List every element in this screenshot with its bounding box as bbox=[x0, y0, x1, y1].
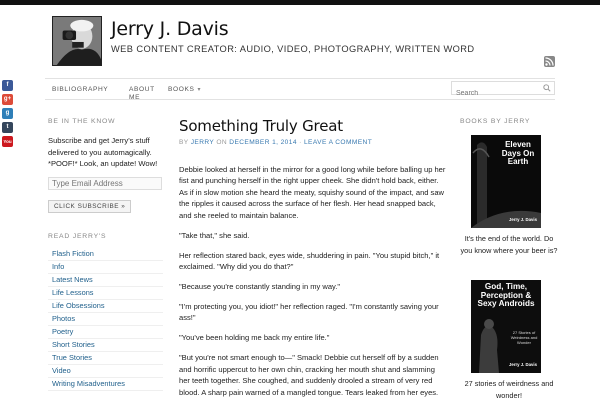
post-paragraph: Her reflection stared back, eyes wide, s… bbox=[179, 250, 440, 272]
search-icon[interactable] bbox=[543, 84, 551, 92]
author-link[interactable]: JERRY bbox=[191, 139, 214, 146]
google-plus-icon[interactable]: g+ bbox=[2, 94, 13, 105]
book-author: Jerry J. Davis bbox=[509, 362, 537, 367]
youtube-icon[interactable]: You bbox=[2, 136, 13, 147]
post-body: Debbie looked at herself in the mirror f… bbox=[179, 164, 447, 398]
subscribe-text: Subscribe and get Jerry's stuff delivere… bbox=[48, 136, 158, 168]
meta-by: BY bbox=[179, 139, 189, 146]
category-link[interactable]: Writing Misadventures bbox=[48, 378, 163, 391]
facebook-icon[interactable]: f bbox=[2, 80, 13, 91]
date-link[interactable]: DECEMBER 1, 2014 bbox=[229, 139, 297, 146]
category-list: Flash Fiction Info Latest News Life Less… bbox=[48, 248, 163, 391]
nav-item-label: BOOKS bbox=[168, 86, 195, 93]
search-box bbox=[451, 81, 555, 100]
category-link[interactable]: Life Obsessions bbox=[48, 300, 163, 313]
nav-item-label: ABOUT ME bbox=[129, 86, 155, 101]
book-caption: It's the end of the world. Do you know w… bbox=[460, 234, 558, 255]
post-paragraph: Debbie looked at herself in the mirror f… bbox=[179, 165, 446, 220]
category-link[interactable]: True Stories bbox=[48, 352, 163, 365]
category-link[interactable]: Flash Fiction bbox=[48, 248, 163, 261]
post-paragraph: "You've been holding me back my entire l… bbox=[179, 333, 330, 343]
leave-comment-link[interactable]: LEAVE A COMMENT bbox=[304, 139, 372, 146]
nav-item-books[interactable]: BOOKS ▾ bbox=[168, 86, 201, 94]
post-paragraph: "But you're not smart enough to—" Smack!… bbox=[179, 353, 439, 397]
book-cover-eleven-days[interactable]: Eleven Days On Earth Jerry J. Davis bbox=[471, 135, 541, 228]
post-meta: BY JERRY ON DECEMBER 1, 2014 · LEAVE A C… bbox=[179, 139, 447, 146]
post-paragraph: "I'm protecting you, you idiot!" her ref… bbox=[179, 302, 439, 323]
tumblr-icon[interactable]: t bbox=[2, 122, 13, 133]
chevron-down-icon: ▾ bbox=[197, 87, 202, 93]
email-field[interactable] bbox=[48, 176, 162, 190]
subscribe-widget-title: BE IN THE KNOW bbox=[48, 118, 116, 125]
categories-widget-title: READ JERRY'S bbox=[48, 232, 107, 240]
author-photo bbox=[53, 17, 101, 65]
category-link[interactable]: Poetry bbox=[48, 326, 163, 339]
book-cover-god-time[interactable]: God, Time, Perception & Sexy Androids 27… bbox=[471, 280, 541, 373]
social-links: f g+ g t You bbox=[2, 80, 14, 150]
subscribe-button[interactable]: CLICK SUBSCRIBE » bbox=[48, 199, 132, 213]
book-title: Eleven Days On Earth bbox=[501, 140, 535, 166]
category-link[interactable]: Info bbox=[48, 261, 163, 274]
post-title[interactable]: Something Truly Great bbox=[179, 117, 447, 135]
category-link[interactable]: Short Stories bbox=[48, 339, 163, 352]
site-description: WEB CONTENT CREATOR: AUDIO, VIDEO, PHOTO… bbox=[111, 44, 475, 54]
nav-item-label: BIBLIOGRAPHY bbox=[52, 86, 109, 93]
site-title[interactable]: Jerry J. Davis bbox=[111, 18, 229, 40]
goodreads-icon[interactable]: g bbox=[2, 108, 13, 119]
top-bar bbox=[0, 0, 600, 5]
search-input[interactable] bbox=[452, 87, 538, 100]
category-link[interactable]: Video bbox=[48, 365, 163, 378]
category-link[interactable]: Latest News bbox=[48, 274, 163, 287]
book-caption: 27 stories of weirdness and wonder! bbox=[464, 379, 554, 400]
post-paragraph: "Take that," she said. bbox=[179, 230, 250, 240]
rss-icon[interactable] bbox=[544, 56, 555, 67]
category-link[interactable]: Photos bbox=[48, 313, 163, 326]
right-sidebar: BOOKS BY JERRY Eleven Days On Earth Jerr… bbox=[460, 118, 558, 400]
book-subtitle: 27 Stories of Weirdness and Wonder bbox=[510, 330, 538, 345]
nav-item-bibliography[interactable]: BIBLIOGRAPHY bbox=[52, 86, 108, 94]
meta-on: ON bbox=[216, 139, 228, 146]
avatar[interactable] bbox=[52, 16, 102, 66]
post-paragraph: "Because you're constantly standing in m… bbox=[179, 282, 341, 292]
book-author: Jerry J. Davis bbox=[509, 217, 537, 222]
nav-item-about-me[interactable]: ABOUT ME bbox=[129, 86, 155, 102]
meta-separator: · bbox=[299, 139, 302, 146]
book-title: God, Time, Perception & Sexy Androids bbox=[477, 282, 535, 309]
category-link[interactable]: Life Lessons bbox=[48, 287, 163, 300]
left-sidebar: BE IN THE KNOW Subscribe and get Jerry's… bbox=[48, 118, 163, 391]
post-article: Something Truly Great BY JERRY ON DECEMB… bbox=[179, 117, 447, 400]
books-widget-title: BOOKS BY JERRY bbox=[460, 118, 531, 125]
